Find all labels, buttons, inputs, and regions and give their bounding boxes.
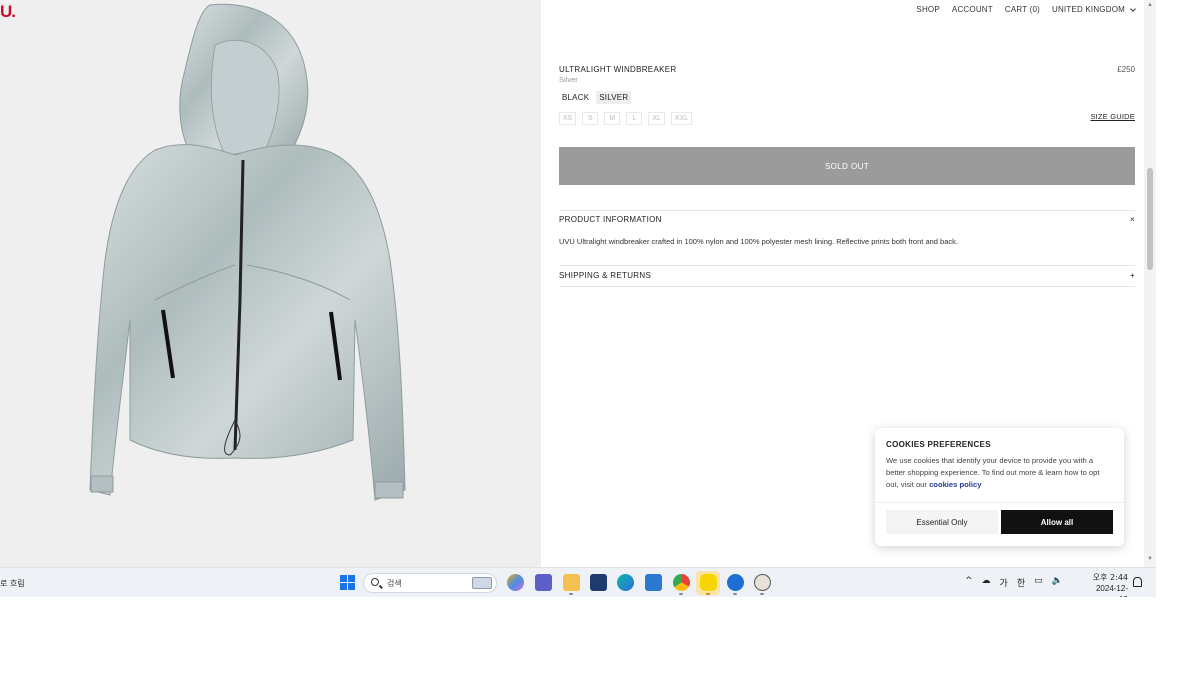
cookie-dialog-text: We use cookies that identify your device… <box>886 455 1114 491</box>
product-color-name: Silver <box>559 75 578 84</box>
running-indicator <box>760 593 764 595</box>
clock-date: 2024-12-19 <box>1095 584 1128 597</box>
cookies-policy-link[interactable]: cookies policy <box>929 480 981 489</box>
mail-icon[interactable] <box>645 574 662 591</box>
size-option-xxl[interactable]: XXL <box>670 112 693 125</box>
nav-cart[interactable]: CART (0) <box>1005 5 1040 14</box>
taskbar-search-box[interactable]: 검색 <box>363 573 497 593</box>
scrollbar-thumb[interactable] <box>1147 168 1153 270</box>
taskbar-clock[interactable]: 오후 2:44 2024-12-19 <box>1088 572 1128 597</box>
plus-icon[interactable]: + <box>1130 271 1135 280</box>
ime-mode-indicator[interactable]: 가 <box>1000 576 1008 589</box>
app-icon[interactable] <box>754 574 771 591</box>
product-name: ULTRALIGHT WINDBREAKER <box>559 65 677 74</box>
ime-language-indicator[interactable]: 한 <box>1017 576 1025 589</box>
page-scrollbar[interactable]: ▲ ▼ <box>1144 0 1156 567</box>
running-indicator <box>706 593 710 595</box>
chrome-icon[interactable] <box>673 574 690 591</box>
country-selector[interactable]: UNITED KINGDOM <box>1051 5 1136 14</box>
color-options: BLACK SILVER <box>559 91 632 104</box>
browser-viewport: U. SHOP ACCOUNT CART (0) UNITED KINGDOM … <box>0 0 1156 597</box>
accordion-title: SHIPPING & RETURNS <box>559 271 652 280</box>
windows-taskbar: 로 흐림 검색 ^ ☁ 가 한 ▭ 🔈 오후 2:44 2024-12- <box>0 567 1156 597</box>
accordion-title: PRODUCT INFORMATION <box>559 215 662 224</box>
product-image-jacket[interactable] <box>85 0 415 510</box>
system-tray: ^ ☁ 가 한 ▭ 🔈 <box>965 576 1063 589</box>
chevron-up-icon[interactable]: ^ <box>965 576 973 589</box>
country-label: UNITED KINGDOM <box>1051 5 1125 14</box>
search-highlight-icon <box>472 577 492 589</box>
file-explorer-icon[interactable] <box>563 574 580 591</box>
divider <box>559 286 1135 287</box>
color-option-silver[interactable]: SILVER <box>596 91 632 104</box>
size-option-m[interactable]: M <box>604 112 621 125</box>
allow-all-button[interactable]: Allow all <box>1001 510 1113 534</box>
clock-time: 오후 2:44 <box>1092 573 1128 582</box>
size-option-xl[interactable]: XL <box>648 112 665 125</box>
store-icon[interactable] <box>590 574 607 591</box>
accordion-product-information[interactable]: PRODUCT INFORMATION × <box>559 215 1135 224</box>
network-icon[interactable]: ☁ <box>982 576 991 589</box>
divider <box>559 210 1135 211</box>
size-option-xs[interactable]: XS <box>559 112 577 125</box>
size-guide-link[interactable]: SIZE GUIDE <box>1090 112 1135 121</box>
running-indicator <box>679 593 683 595</box>
volume-icon[interactable]: 🔈 <box>1052 576 1063 589</box>
divider <box>875 502 1124 503</box>
product-price: £250 <box>1117 65 1135 74</box>
product-image-panel: U. <box>0 0 541 567</box>
nav-account[interactable]: ACCOUNT <box>952 5 993 14</box>
edge-icon[interactable] <box>617 574 634 591</box>
size-option-l[interactable]: L <box>626 112 643 125</box>
chevron-down-icon <box>1130 5 1136 12</box>
display-icon[interactable]: ▭ <box>1034 576 1043 589</box>
running-indicator <box>569 593 573 595</box>
nav-shop[interactable]: SHOP <box>916 5 939 14</box>
sold-out-button[interactable]: SOLD OUT <box>559 147 1135 185</box>
essential-only-button[interactable]: Essential Only <box>886 510 998 534</box>
app-icon[interactable] <box>727 574 744 591</box>
color-option-black[interactable]: BLACK <box>559 91 592 104</box>
brand-logo[interactable]: U. <box>0 2 16 22</box>
cookie-dialog-title: COOKIES PREFERENCES <box>886 440 991 449</box>
scroll-down-arrow-icon[interactable]: ▼ <box>1147 556 1153 562</box>
scroll-up-arrow-icon[interactable]: ▲ <box>1147 2 1153 8</box>
weather-widget[interactable]: 로 흐림 <box>0 578 25 589</box>
running-indicator <box>733 593 737 595</box>
cookie-text-body: We use cookies that identify your device… <box>886 456 1100 489</box>
top-navigation: SHOP ACCOUNT CART (0) UNITED KINGDOM <box>904 5 1136 14</box>
close-icon[interactable]: × <box>1130 215 1135 224</box>
accordion-shipping-returns[interactable]: SHIPPING & RETURNS + <box>559 271 1135 280</box>
product-description: UVU Ultralight windbreaker crafted in 10… <box>559 237 958 246</box>
kakaotalk-icon[interactable] <box>700 574 717 591</box>
search-placeholder: 검색 <box>387 579 402 588</box>
copilot-icon[interactable] <box>507 574 524 591</box>
divider <box>559 265 1135 266</box>
teams-icon[interactable] <box>535 574 552 591</box>
size-options: XS S M L XL XXL <box>559 112 693 125</box>
size-option-s[interactable]: S <box>582 112 599 125</box>
windows-start-icon[interactable] <box>340 575 355 590</box>
cookie-preferences-dialog: COOKIES PREFERENCES We use cookies that … <box>875 428 1124 546</box>
notification-bell-icon[interactable] <box>1133 577 1142 587</box>
search-icon <box>371 578 379 586</box>
